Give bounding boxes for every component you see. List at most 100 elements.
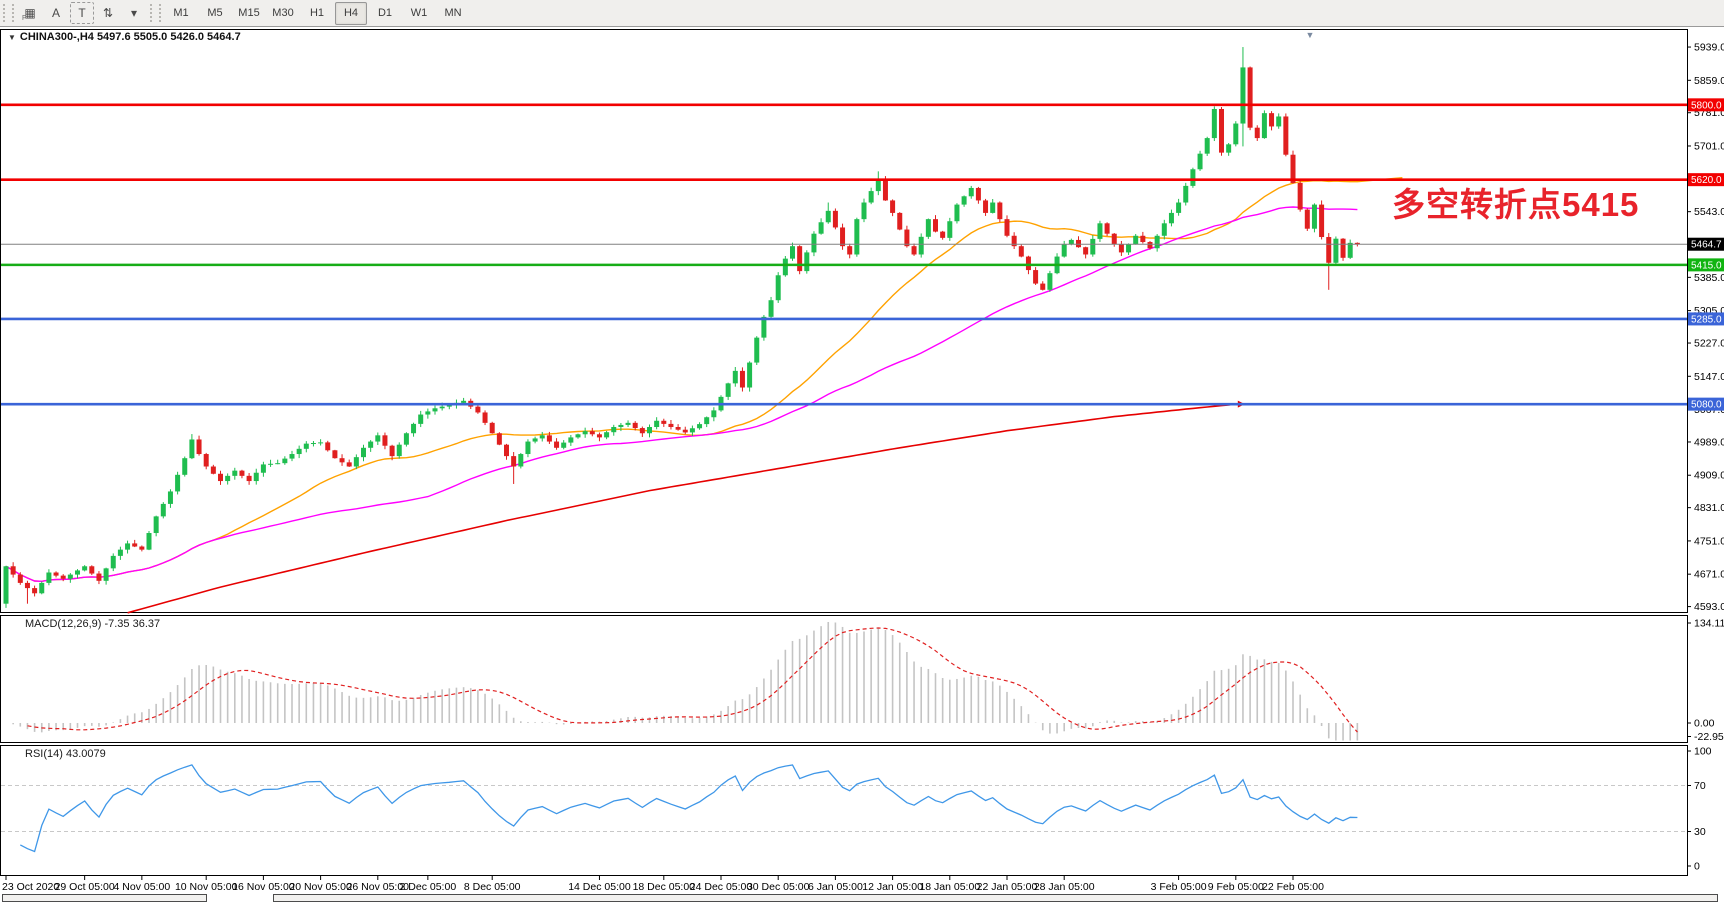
timeframe-W1[interactable]: W1 — [403, 2, 435, 25]
candle-body — [590, 431, 595, 434]
candle-body — [211, 467, 216, 474]
candle-body — [497, 433, 502, 444]
candle-body — [847, 246, 852, 254]
candle-body — [340, 458, 345, 462]
toolbar: ▦FAT⇅▾ M1M5M15M30H1H4D1W1MN — [0, 0, 1724, 27]
candle-body — [1119, 244, 1124, 252]
candle-body — [275, 463, 280, 464]
candle-body — [225, 476, 230, 481]
candle-body — [182, 458, 187, 475]
candle-body — [1190, 169, 1195, 186]
candle-body — [547, 435, 552, 441]
price-axis-label: 5543.0 — [1694, 206, 1724, 218]
price-badge-text: 5800.0 — [1691, 100, 1722, 111]
price-axis-label: 4751.0 — [1694, 535, 1724, 547]
chart-area[interactable]: ▼CHINA300-,H4 5497.6 5505.0 5426.0 5464.… — [0, 27, 1724, 899]
candle-body — [1105, 223, 1110, 233]
candle-body — [862, 203, 867, 220]
candle-body — [75, 570, 80, 574]
macd-axis-label: 134.11 — [1694, 618, 1724, 630]
bottom-panel[interactable] — [2, 894, 207, 902]
candle-body — [1262, 113, 1267, 138]
price-axis-label: 4909.0 — [1694, 470, 1724, 482]
chart-autoscroll-grid-icon[interactable]: ▦F — [18, 2, 42, 24]
candle-body — [1033, 270, 1038, 284]
date-label: 9 Feb 05:00 — [1208, 881, 1264, 893]
candle-body — [390, 446, 395, 456]
arrows-dropdown-caret-icon[interactable]: ▾ — [122, 2, 146, 24]
candle-body — [175, 475, 180, 492]
timeframe-M5[interactable]: M5 — [199, 2, 231, 25]
candle-body — [118, 550, 123, 556]
candle-body — [1183, 186, 1188, 203]
candle-body — [25, 583, 30, 588]
candle-body — [461, 401, 466, 403]
candle-body — [726, 383, 731, 397]
candle-body — [1276, 116, 1281, 126]
scroll-to-end-icon[interactable]: ▼ — [1306, 30, 1315, 40]
arrows-tool-icon[interactable]: ⇅ — [96, 2, 120, 24]
timeframe-H1[interactable]: H1 — [301, 2, 333, 25]
candle-body — [697, 424, 702, 428]
chart-canvas[interactable]: ▼5939.05859.05781.05701.05543.05385.0530… — [0, 27, 1724, 899]
date-label: 30 Dec 05:00 — [747, 881, 810, 893]
candle-body — [1040, 284, 1045, 290]
candle-body — [704, 417, 709, 424]
timeframe-M1[interactable]: M1 — [165, 2, 197, 25]
timeframe-D1[interactable]: D1 — [369, 2, 401, 25]
rsi-axis-label: 30 — [1694, 826, 1706, 838]
timeframe-toolbar-grip[interactable] — [150, 4, 161, 22]
candle-body — [983, 200, 988, 212]
timeframe-M30[interactable]: M30 — [267, 2, 299, 25]
candle-body — [554, 442, 559, 448]
candle-body — [661, 421, 666, 424]
text-box-tool-icon[interactable]: T — [70, 2, 94, 24]
candle-body — [711, 410, 716, 417]
candle-body — [1269, 113, 1274, 126]
candle-body — [1248, 67, 1253, 127]
price-axis-label: 4671.0 — [1694, 569, 1724, 581]
candle-body — [361, 448, 366, 457]
rsi-axis-label: 70 — [1694, 780, 1706, 792]
candle-body — [325, 442, 330, 450]
candle-body — [633, 423, 638, 428]
candle-body — [1169, 213, 1174, 223]
candle-body — [82, 566, 87, 570]
date-label: 22 Jan 05:00 — [977, 881, 1038, 893]
candle-body — [604, 432, 609, 437]
candle-body — [525, 442, 530, 454]
candle-body — [483, 412, 488, 422]
candle-body — [776, 275, 781, 300]
candle-body — [797, 246, 802, 271]
date-label: 18 Jan 05:00 — [919, 881, 980, 893]
candle-body — [18, 575, 23, 583]
timeframe-H4[interactable]: H4 — [335, 2, 367, 25]
candle-body — [769, 300, 774, 317]
timeframe-M15[interactable]: M15 — [233, 2, 265, 25]
candle-body — [247, 476, 252, 481]
candle-body — [1298, 183, 1303, 210]
annotation-text[interactable]: 多空转折点5415 — [1392, 178, 1639, 226]
text-label-tool-icon[interactable]: A — [44, 2, 68, 24]
candle-body — [811, 234, 816, 253]
candle-body — [533, 438, 538, 441]
date-label: 20 Nov 05:00 — [289, 881, 352, 893]
candle-body — [89, 566, 94, 573]
candle-body — [139, 547, 144, 550]
candle-body — [168, 491, 173, 503]
candle-body — [1333, 239, 1338, 263]
collapse-indicator-icon[interactable]: ▼ — [8, 33, 16, 42]
toolbar-grip[interactable] — [3, 4, 14, 22]
candle-body — [668, 424, 673, 427]
timeframe-MN[interactable]: MN — [437, 2, 469, 25]
candle-body — [826, 211, 831, 222]
date-label: 29 Oct 05:00 — [55, 881, 115, 893]
candle-body — [940, 232, 945, 238]
candle-body — [783, 259, 788, 276]
candle-body — [883, 180, 888, 201]
price-badge-text: 5080.0 — [1691, 400, 1722, 411]
candle-body — [282, 459, 287, 464]
bottom-panel[interactable] — [273, 894, 1718, 902]
candle-body — [1348, 243, 1353, 258]
candle-body — [1133, 236, 1138, 244]
